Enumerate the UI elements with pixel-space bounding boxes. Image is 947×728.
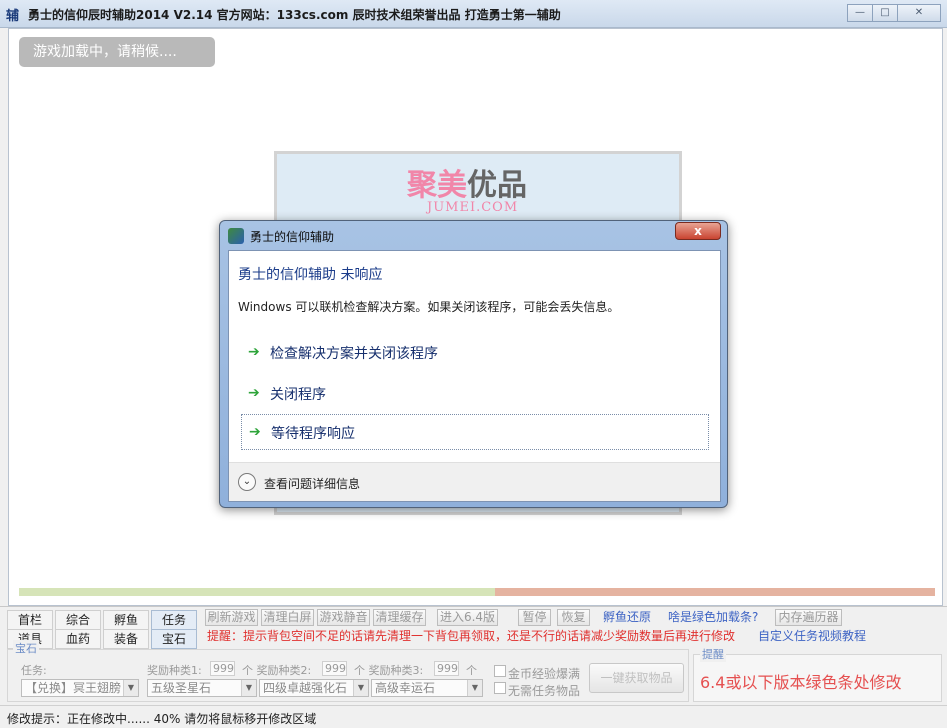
hatch-restore-link[interactable]: 孵鱼还原 bbox=[603, 609, 651, 626]
banner-logo: 聚美优品 bbox=[407, 160, 527, 204]
reward3-quantity[interactable]: 999 bbox=[434, 661, 459, 676]
mute-game-button[interactable]: 游戏静音 bbox=[317, 609, 370, 626]
option-close-program[interactable]: ➔ 关闭程序 bbox=[241, 376, 709, 412]
get-items-button[interactable]: 一键获取物品 bbox=[589, 663, 684, 693]
reward1-quantity[interactable]: 999 bbox=[210, 661, 235, 676]
dialog-title: 勇士的信仰辅助 bbox=[250, 230, 335, 244]
tab-equipment[interactable]: 装备 bbox=[103, 629, 149, 649]
window-title: 勇士的信仰辰时辅助2014 V2.14 官方网站：133cs.com 辰时技术组… bbox=[28, 8, 561, 22]
app-icon bbox=[228, 228, 244, 244]
dialog-heading: 勇士的信仰辅助 未响应 bbox=[238, 267, 383, 283]
tab-home[interactable]: 首栏 bbox=[7, 610, 53, 630]
maximize-icon: □ bbox=[880, 7, 890, 18]
reward3-label: 个 奖励种类3: bbox=[354, 664, 424, 677]
refresh-game-button[interactable]: 刷新游戏 bbox=[205, 609, 258, 626]
chevron-down-icon: ▼ bbox=[123, 680, 138, 696]
chevron-down-icon[interactable]: ⌄ bbox=[238, 473, 256, 491]
window-controls: — □ ✕ bbox=[847, 4, 941, 22]
tab-hatch-fish[interactable]: 孵鱼 bbox=[103, 610, 149, 630]
clear-cache-button[interactable]: 清理缓存 bbox=[373, 609, 426, 626]
progress-red bbox=[495, 588, 935, 596]
reward2-select-value: 四级卓越强化石 bbox=[263, 681, 348, 695]
memory-scanner-button[interactable]: 内存遍历器 bbox=[775, 609, 842, 626]
banner-logo-dark: 优品 bbox=[467, 168, 527, 203]
reward2-select[interactable]: 四级卓越强化石 ▼ bbox=[259, 679, 369, 697]
minimize-icon: — bbox=[855, 7, 865, 18]
option-label: 检查解决方案并关闭该程序 bbox=[270, 346, 438, 362]
task-video-tutorial-link[interactable]: 自定义任务视频教程 bbox=[758, 628, 866, 645]
reward1-select-value: 五级圣星石 bbox=[151, 681, 212, 695]
chevron-down-icon: ▼ bbox=[241, 680, 256, 696]
no-item-checkbox[interactable] bbox=[494, 682, 506, 694]
tip-text: 6.4或以下版本绿色条处修改 bbox=[700, 673, 902, 692]
option-label: 关闭程序 bbox=[270, 387, 326, 403]
reward2-quantity[interactable]: 999 bbox=[322, 661, 347, 676]
not-responding-dialog: 勇士的信仰辅助 x 勇士的信仰辅助 未响应 Windows 可以联机检查解决方案… bbox=[219, 220, 728, 508]
gold-exp-label: 金币经验爆满 bbox=[508, 667, 581, 681]
details-toggle[interactable]: 查看问题详细信息 bbox=[264, 475, 360, 492]
loading-message: 游戏加载中，请稍候.... bbox=[19, 37, 215, 67]
minimize-button[interactable]: — bbox=[847, 4, 873, 22]
dialog-message: Windows 可以联机检查解决方案。如果关闭该程序，可能会丢失信息。 bbox=[238, 300, 620, 314]
dialog-close-button[interactable]: x bbox=[675, 222, 721, 240]
backpack-hint: 提醒：提示背包空间不足的话请先清理一下背包再领取，还是不行的话请减少奖励数量后再… bbox=[207, 629, 736, 643]
dialog-footer: ⌄ 查看问题详细信息 bbox=[229, 462, 720, 501]
status-bar: 修改提示：正在修改中...... 40% 请勿将鼠标移开修改区域 bbox=[0, 705, 947, 728]
resume-button[interactable]: 恢复 bbox=[557, 609, 590, 626]
chevron-down-icon: ▼ bbox=[467, 680, 482, 696]
progress-green bbox=[19, 588, 496, 596]
option-check-and-close[interactable]: ➔ 检查解决方案并关闭该程序 bbox=[241, 335, 709, 371]
task-select[interactable]: 【兑换】冥王翅膀 ▼ bbox=[21, 679, 139, 697]
green-arrow-icon: ➔ bbox=[249, 424, 261, 440]
reward2-label: 个 奖励种类2: bbox=[242, 664, 312, 677]
reward3-select[interactable]: 高级幸运石 ▼ bbox=[371, 679, 483, 697]
app-icon: 辅 bbox=[6, 9, 20, 24]
green-arrow-icon: ➔ bbox=[248, 344, 260, 360]
option-wait[interactable]: ➔ 等待程序响应 bbox=[241, 414, 709, 450]
tab-potions[interactable]: 血药 bbox=[55, 629, 101, 649]
loading-progress-strip bbox=[19, 588, 935, 596]
enter-64-button[interactable]: 进入6.4版 bbox=[437, 609, 498, 626]
clear-white-screen-button[interactable]: 清理白屏 bbox=[261, 609, 314, 626]
tab-task[interactable]: 任务 bbox=[151, 610, 197, 630]
green-bar-help-link[interactable]: 啥是绿色加载条? bbox=[668, 609, 758, 626]
tip-label: 提醒 bbox=[700, 646, 726, 662]
close-icon: ✕ bbox=[914, 7, 924, 18]
title-bar: 辅 勇士的信仰辰时辅助2014 V2.14 官方网站：133cs.com 辰时技… bbox=[0, 0, 947, 28]
tab-gems[interactable]: 宝石 bbox=[151, 629, 197, 649]
green-arrow-icon: ➔ bbox=[248, 385, 260, 401]
chevron-down-icon: ▼ bbox=[353, 680, 368, 696]
option-label: 等待程序响应 bbox=[271, 426, 355, 442]
dialog-body: 勇士的信仰辅助 未响应 Windows 可以联机检查解决方案。如果关闭该程序，可… bbox=[228, 250, 721, 502]
maximize-button[interactable]: □ bbox=[872, 4, 898, 22]
reward1-select[interactable]: 五级圣星石 ▼ bbox=[147, 679, 257, 697]
task-label: 任务: bbox=[21, 664, 47, 677]
gold-exp-checkbox[interactable] bbox=[494, 665, 506, 677]
gem-group-label: 宝石 bbox=[13, 640, 39, 656]
pause-button[interactable]: 暂停 bbox=[518, 609, 551, 626]
banner-subtitle: JUMEI.COM bbox=[427, 200, 519, 215]
banner-logo-pink: 聚美 bbox=[407, 168, 467, 203]
reward1-label: 奖励种类1: bbox=[147, 664, 202, 677]
reward3-select-value: 高级幸运石 bbox=[375, 681, 436, 695]
no-item-label: 无需任务物品 bbox=[508, 684, 581, 698]
close-button[interactable]: ✕ bbox=[897, 4, 941, 22]
task-select-value: 【兑换】冥王翅膀 bbox=[25, 681, 122, 695]
tab-general[interactable]: 综合 bbox=[55, 610, 101, 630]
status-text: 修改提示：正在修改中...... 40% 请勿将鼠标移开修改区域 bbox=[7, 712, 317, 726]
reward3-unit: 个 bbox=[466, 664, 477, 677]
